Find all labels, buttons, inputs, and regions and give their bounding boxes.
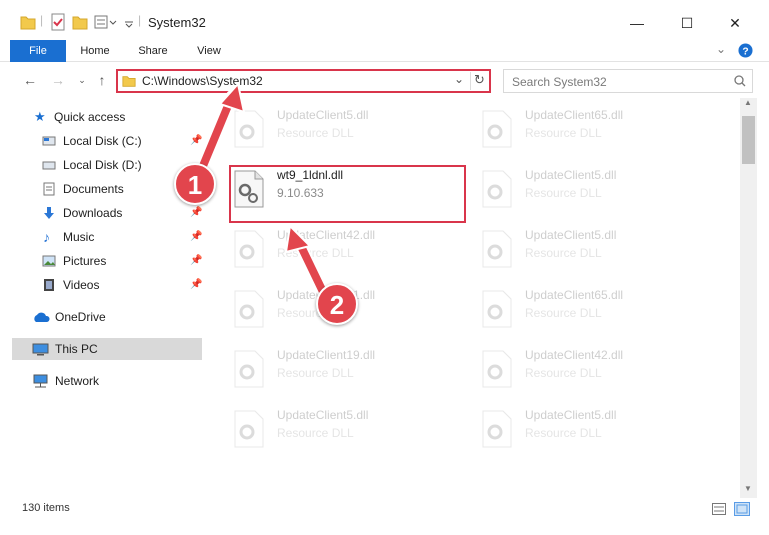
pin-icon: 📌 — [190, 135, 203, 146]
file-item[interactable]: UpdateClient5.dll Resource DLL — [477, 164, 707, 214]
file-item[interactable]: UpdateClient42.dll Resource DLL — [229, 224, 459, 274]
file-item[interactable]: UpdateClient5.dll Resource DLL — [229, 104, 459, 154]
sidebar-item-downloads[interactable]: Downloads 📌 — [42, 202, 202, 224]
dll-file-icon — [482, 290, 512, 328]
address-path: C:\Windows\System32 — [142, 74, 263, 88]
dll-file-icon — [482, 110, 512, 148]
file-item[interactable]: UpdateClient5.dll Resource DLL — [477, 404, 707, 454]
forward-button[interactable]: → — [48, 70, 68, 90]
folder-icon — [20, 16, 36, 30]
title-bar: | | System32 — ☐ ✕ — [0, 0, 769, 40]
new-folder-icon[interactable] — [72, 13, 88, 31]
dll-file-icon — [234, 410, 264, 448]
sidebar-item-quick-access[interactable]: ★ Quick access — [34, 106, 204, 128]
dll-file-icon — [482, 230, 512, 268]
vertical-scrollbar[interactable]: ▲ ▼ — [740, 98, 757, 498]
sidebar-item-network[interactable]: Network — [32, 370, 202, 392]
scrollbar-thumb[interactable] — [742, 116, 755, 164]
scroll-up-icon[interactable]: ▲ — [744, 98, 752, 107]
pin-icon: 📌 — [190, 231, 203, 242]
expand-ribbon-icon[interactable]: ⌄ — [716, 42, 726, 56]
customize-toolbar-icon[interactable] — [94, 13, 120, 31]
sidebar-item-videos[interactable]: Videos 📌 — [42, 274, 202, 296]
step-marker-1: 1 — [174, 163, 216, 205]
sidebar-item-local-disk-c[interactable]: Local Disk (C:) 📌 — [42, 130, 202, 152]
file-list: UpdateClient5.dll Resource DLL UpdateCli… — [207, 98, 740, 498]
address-row: ← → ⌄ ↑ C:\Windows\System32 ⌄ ↻ Search S… — [0, 62, 769, 98]
tiles-view-icon[interactable] — [734, 502, 750, 516]
dll-file-icon — [234, 110, 264, 148]
pin-icon: 📌 — [190, 255, 203, 266]
pictures-icon — [42, 255, 56, 267]
sidebar-item-onedrive[interactable]: OneDrive — [32, 306, 202, 328]
file-item[interactable]: UpdateClient65.dll Resource DLL — [477, 284, 707, 334]
file-item[interactable]: UpdateClient5.dll Resource DLL — [229, 404, 459, 454]
computer-icon — [32, 343, 49, 356]
search-icon — [734, 75, 746, 87]
chevron-down-icon[interactable] — [124, 13, 134, 31]
file-item[interactable]: UpdateClient19.dll Resource DLL — [229, 344, 459, 394]
back-button[interactable]: ← — [20, 70, 40, 90]
address-bar[interactable]: C:\Windows\System32 ⌄ ↻ — [116, 69, 491, 93]
tab-view[interactable]: View — [186, 40, 232, 62]
dll-file-icon — [234, 290, 264, 328]
documents-icon — [43, 182, 55, 196]
file-item[interactable]: UpdateClient5.dll Resource DLL — [477, 224, 707, 274]
drive-icon — [42, 136, 56, 146]
folder-icon — [122, 76, 136, 87]
details-view-icon[interactable] — [712, 503, 726, 515]
up-button[interactable]: ↑ — [92, 70, 112, 90]
minimize-button[interactable]: — — [614, 8, 660, 38]
file-item[interactable]: UpdateClient65.dll Resource DLL — [477, 104, 707, 154]
pin-icon: 📌 — [190, 207, 203, 218]
music-icon: ♪ — [43, 229, 50, 245]
file-item[interactable]: UpdateClient42.dll Resource DLL — [477, 344, 707, 394]
sidebar-item-music[interactable]: ♪ Music 📌 — [42, 226, 202, 248]
sidebar-item-pictures[interactable]: Pictures 📌 — [42, 250, 202, 272]
cloud-icon — [34, 312, 50, 322]
videos-icon — [44, 279, 54, 291]
navigation-pane: ★ Quick access Local Disk (C:) 📌 Local D… — [0, 98, 206, 498]
scroll-down-icon[interactable]: ▼ — [744, 484, 752, 493]
dll-file-icon — [482, 350, 512, 388]
tab-home[interactable]: Home — [72, 40, 118, 62]
svg-text:?: ? — [742, 46, 748, 57]
dll-file-icon — [482, 170, 512, 208]
search-placeholder: Search System32 — [512, 75, 607, 89]
dll-file-icon — [234, 230, 264, 268]
tab-file[interactable]: File — [10, 40, 66, 62]
sidebar-item-this-pc[interactable]: This PC — [12, 338, 202, 360]
maximize-button[interactable]: ☐ — [664, 8, 710, 38]
download-icon — [44, 207, 54, 219]
separator: | — [40, 13, 44, 27]
window-title: System32 — [148, 15, 206, 30]
tab-share[interactable]: Share — [130, 40, 176, 62]
ribbon-tabs: File Home Share View ⌄ ? — [0, 40, 769, 62]
help-icon[interactable]: ? — [738, 43, 753, 58]
item-count: 130 items — [22, 502, 70, 514]
network-icon — [33, 374, 48, 388]
close-button[interactable]: ✕ — [712, 8, 758, 38]
dll-file-icon — [234, 350, 264, 388]
refresh-button[interactable]: ↻ — [470, 72, 488, 90]
step-marker-2: 2 — [316, 283, 358, 325]
file-highlight-box — [229, 165, 466, 223]
dll-file-icon — [482, 410, 512, 448]
search-box[interactable]: Search System32 — [503, 69, 753, 93]
status-bar: 130 items — [0, 498, 769, 520]
separator: | — [138, 13, 142, 27]
pin-icon: 📌 — [190, 279, 203, 290]
address-dropdown-icon[interactable]: ⌄ — [454, 72, 464, 86]
star-icon: ★ — [34, 109, 46, 124]
properties-icon[interactable] — [50, 13, 66, 31]
recent-locations-button[interactable]: ⌄ — [72, 70, 92, 90]
drive-icon — [42, 161, 56, 170]
